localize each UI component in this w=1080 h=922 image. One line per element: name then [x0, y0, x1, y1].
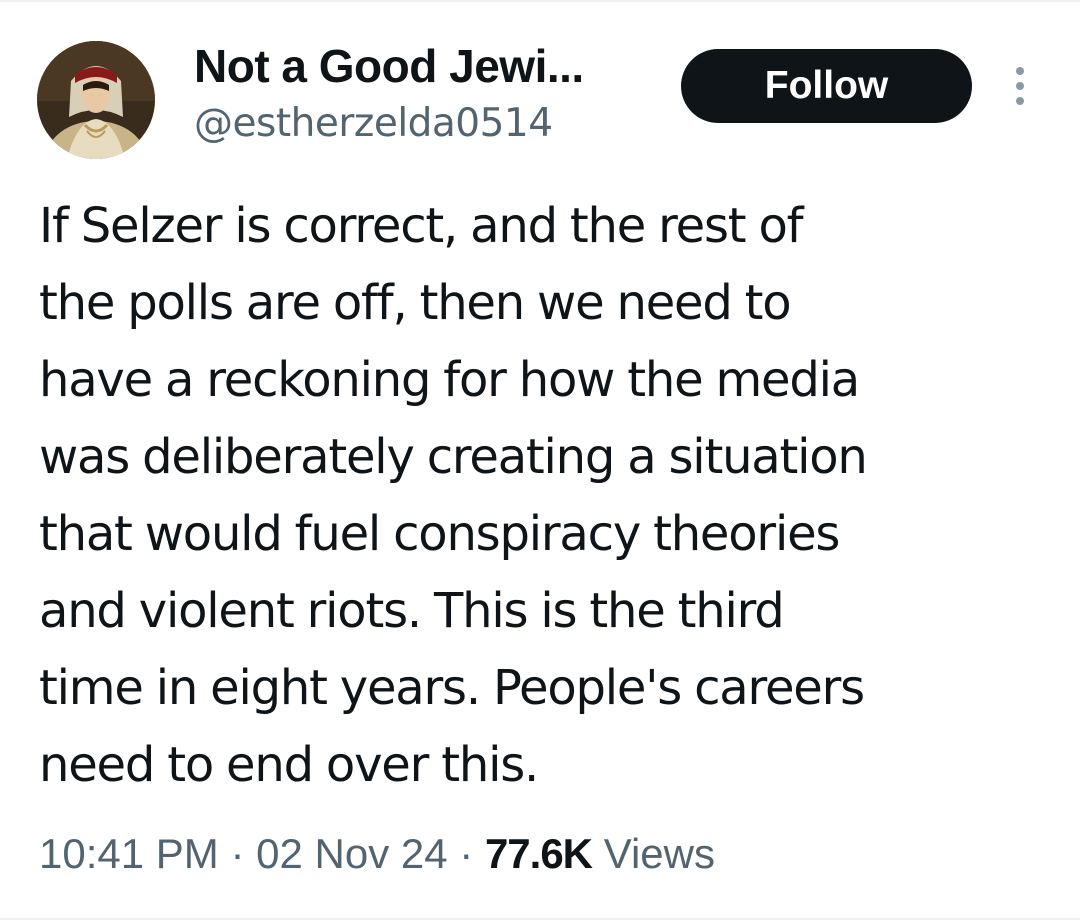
avatar[interactable]	[37, 41, 155, 159]
more-horizontal-icon-dot	[1016, 97, 1024, 105]
top-divider	[0, 0, 1080, 2]
author-handle[interactable]: @estherzelda0514	[194, 98, 553, 150]
meta-separator: ·	[459, 830, 474, 877]
tweet-text: If Selzer is correct, and the rest of th…	[39, 198, 868, 793]
tweet-date[interactable]: 02 Nov 24	[256, 830, 447, 877]
meta-separator: ·	[230, 830, 245, 877]
more-horizontal-icon	[1016, 67, 1024, 75]
author-display-name[interactable]: Not a Good Jewi...	[194, 40, 584, 92]
views-count[interactable]: 77.6K	[485, 830, 593, 877]
avatar-portrait-image	[37, 41, 155, 159]
more-horizontal-icon-dot	[1016, 82, 1024, 90]
views-label: Views	[603, 830, 715, 877]
tweet-meta: 10:41 PM · 02 Nov 24 · 77.6K Views	[39, 826, 715, 882]
more-options-button[interactable]	[1000, 60, 1040, 112]
tweet-time[interactable]: 10:41 PM	[39, 830, 219, 877]
bottom-divider	[0, 918, 1080, 920]
follow-button[interactable]: Follow	[681, 49, 972, 123]
